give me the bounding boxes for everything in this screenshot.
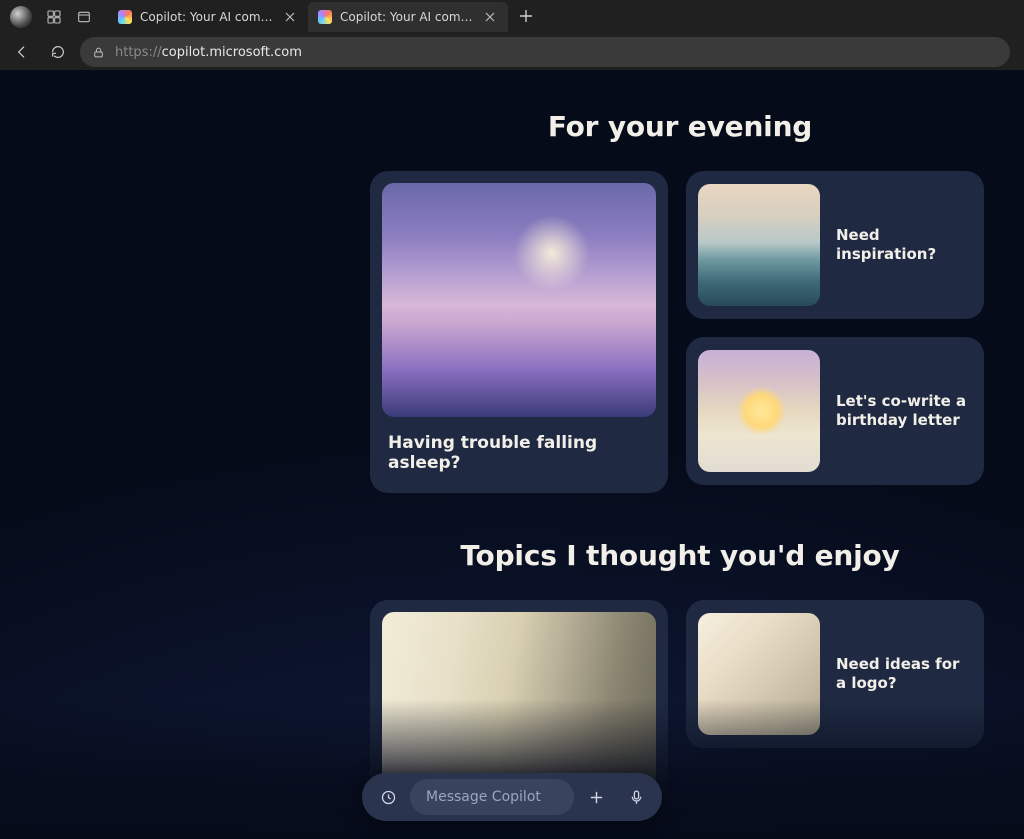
- add-button[interactable]: [578, 779, 614, 815]
- card-title: Having trouble falling asleep?: [382, 433, 656, 473]
- refresh-button[interactable]: [44, 38, 72, 66]
- tab-title: Copilot: Your AI companion: [140, 10, 276, 24]
- message-placeholder: Message Copilot: [426, 789, 541, 805]
- card-row: Having trouble falling asleep? Need insp…: [370, 171, 990, 493]
- history-icon[interactable]: [370, 779, 406, 815]
- lock-icon: [92, 46, 105, 59]
- card-image: [698, 350, 820, 472]
- url-text: https://copilot.microsoft.com: [115, 45, 302, 60]
- back-button[interactable]: [8, 38, 36, 66]
- close-tab-icon[interactable]: [282, 9, 298, 25]
- close-tab-icon[interactable]: [482, 9, 498, 25]
- url-field[interactable]: https://copilot.microsoft.com: [80, 37, 1010, 67]
- workspaces-icon[interactable]: [40, 3, 68, 31]
- card-image: [382, 183, 656, 417]
- suggestion-card-small[interactable]: Need inspiration?: [686, 171, 984, 319]
- copilot-favicon-icon: [118, 10, 132, 24]
- suggestion-card-small[interactable]: Let's co-write a birthday letter: [686, 337, 984, 485]
- browser-tabs: Copilot: Your AI companion Copilot: Your…: [108, 2, 1020, 32]
- card-image: [698, 613, 820, 735]
- profile-avatar[interactable]: [10, 6, 32, 28]
- card-image: [698, 184, 820, 306]
- tab-actions-icon[interactable]: [70, 3, 98, 31]
- suggestion-feed: For your evening Having trouble falling …: [370, 110, 990, 839]
- copilot-page: For your evening Having trouble falling …: [0, 70, 1024, 839]
- suggestion-card-small[interactable]: Need ideas for a logo?: [686, 600, 984, 748]
- card-title: Let's co-write a birthday letter: [836, 392, 972, 431]
- message-input[interactable]: Message Copilot: [410, 779, 574, 815]
- copilot-favicon-icon: [318, 10, 332, 24]
- card-title: Need ideas for a logo?: [836, 655, 972, 694]
- card-title: Need inspiration?: [836, 226, 972, 265]
- suggestion-card-large[interactable]: Having trouble falling asleep?: [370, 171, 668, 493]
- prompt-bar: Message Copilot: [362, 773, 662, 821]
- browser-addressbar: https://copilot.microsoft.com: [0, 34, 1024, 70]
- tab-title: Copilot: Your AI companion: [340, 10, 476, 24]
- browser-tab[interactable]: Copilot: Your AI companion: [308, 2, 508, 32]
- browser-tab[interactable]: Copilot: Your AI companion: [108, 2, 308, 32]
- section-heading: For your evening: [370, 110, 990, 143]
- browser-titlebar: Copilot: Your AI companion Copilot: Your…: [0, 0, 1024, 34]
- browser-chrome: Copilot: Your AI companion Copilot: Your…: [0, 0, 1024, 70]
- microphone-icon[interactable]: [618, 779, 654, 815]
- section-heading: Topics I thought you'd enjoy: [370, 539, 990, 572]
- new-tab-button[interactable]: [512, 2, 540, 30]
